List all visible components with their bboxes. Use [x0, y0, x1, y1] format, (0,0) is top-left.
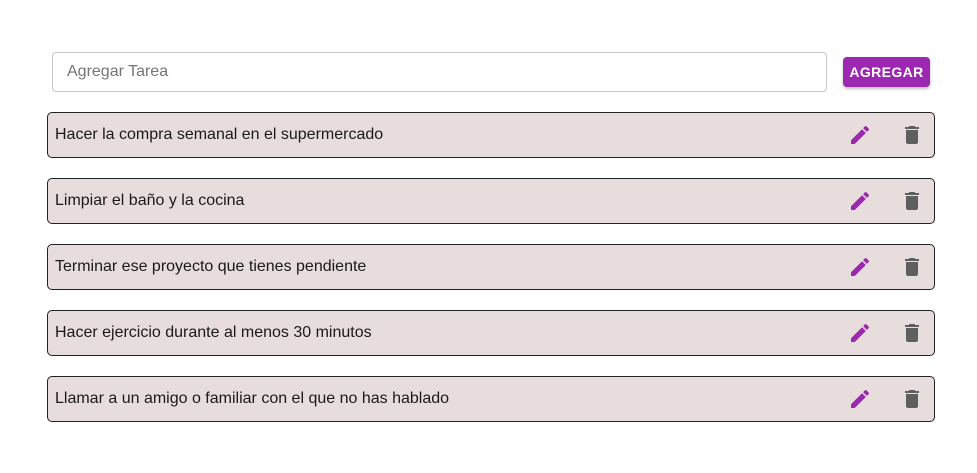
delete-task-button[interactable]: [900, 189, 924, 213]
add-task-form: AGREGAR: [52, 52, 930, 92]
add-task-button[interactable]: AGREGAR: [843, 57, 930, 87]
task-input[interactable]: [52, 52, 827, 92]
edit-task-button[interactable]: [848, 123, 872, 147]
task-item: Llamar a un amigo o familiar con el que …: [47, 376, 935, 422]
trash-icon: [905, 258, 919, 276]
trash-icon: [905, 390, 919, 408]
task-text: Hacer la compra semanal en el supermerca…: [55, 126, 384, 143]
edit-task-button[interactable]: [848, 321, 872, 345]
task-item: Hacer la compra semanal en el supermerca…: [47, 112, 935, 158]
task-text: Hacer ejercicio durante al menos 30 minu…: [55, 324, 372, 341]
pencil-icon: [851, 191, 870, 210]
pencil-icon: [851, 257, 870, 276]
delete-task-button[interactable]: [900, 123, 924, 147]
task-text: Terminar ese proyecto que tienes pendien…: [55, 258, 367, 275]
todo-app: AGREGAR Hacer la compra semanal en el su…: [0, 0, 977, 473]
edit-task-button[interactable]: [848, 255, 872, 279]
task-list: Hacer la compra semanal en el supermerca…: [47, 112, 935, 442]
pencil-icon: [851, 323, 870, 342]
delete-task-button[interactable]: [900, 321, 924, 345]
task-item: Limpiar el baño y la cocina: [47, 178, 935, 224]
task-text: Limpiar el baño y la cocina: [55, 192, 245, 209]
delete-task-button[interactable]: [900, 387, 924, 411]
delete-task-button[interactable]: [900, 255, 924, 279]
pencil-icon: [851, 389, 870, 408]
task-text: Llamar a un amigo o familiar con el que …: [55, 390, 450, 407]
task-item: Hacer ejercicio durante al menos 30 minu…: [47, 310, 935, 356]
edit-task-button[interactable]: [848, 189, 872, 213]
task-item: Terminar ese proyecto que tienes pendien…: [47, 244, 935, 290]
trash-icon: [905, 192, 919, 210]
trash-icon: [905, 324, 919, 342]
trash-icon: [905, 126, 919, 144]
pencil-icon: [851, 125, 870, 144]
edit-task-button[interactable]: [848, 387, 872, 411]
